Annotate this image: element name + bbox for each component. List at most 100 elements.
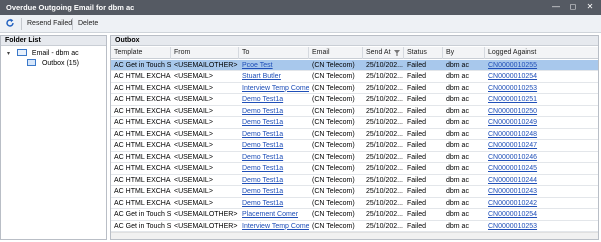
status-cell: Failed: [407, 188, 427, 195]
maximize-button[interactable]: ◻: [566, 1, 580, 13]
template-cell: AC Get in Touch S...: [114, 61, 171, 69]
column-header-template[interactable]: Template: [111, 47, 171, 59]
table-row[interactable]: AC HTML EXCHANGE<USEMAIL> Demo Test1a(CN …: [111, 186, 598, 198]
tree-item-label: Outbox (15): [41, 60, 79, 67]
table-row[interactable]: AC Get in Touch S... <USEMAILOTHER> Interv…: [111, 221, 598, 232]
to-cell[interactable]: Stuart Butler: [239, 71, 309, 82]
mail-account-icon: [16, 49, 27, 56]
to-cell[interactable]: Demo Test1a: [239, 129, 309, 140]
window-titlebar: Overdue Outgoing Email for dbm ac — ◻ ✕: [0, 0, 601, 15]
from-cell: <USEMAIL>: [174, 153, 213, 161]
by-cell: dbm ac: [446, 165, 469, 172]
send-at-cell: 25/10/202...: [366, 222, 403, 230]
table-row[interactable]: AC HTML EXCHANGE<USEMAIL> Demo Test1a(CN …: [111, 152, 598, 163]
from-cell: <USEMAIL>: [174, 165, 213, 172]
column-header-send-at[interactable]: Send At: [363, 47, 404, 59]
logged-against-cell[interactable]: CN0000010246: [485, 152, 598, 163]
email-cell: (CN Telecom): [312, 119, 355, 126]
by-cell: dbm ac: [446, 73, 469, 80]
by-cell: dbm ac: [446, 188, 469, 195]
email-cell: (CN Telecom): [312, 222, 355, 230]
to-cell[interactable]: Demo Test1a: [239, 163, 309, 174]
by-cell: dbm ac: [446, 84, 469, 92]
table-row[interactable]: AC HTML EXCHANGE<USEMAIL> Demo Test1a(CN …: [111, 129, 598, 140]
column-header-status[interactable]: Status: [404, 47, 443, 59]
logged-against-cell[interactable]: CN0000010254: [485, 71, 598, 82]
table-row[interactable]: AC Get in Touch S... <USEMAILOTHER> Pcoe T…: [111, 59, 598, 71]
to-cell[interactable]: Pcoe Test: [239, 60, 309, 71]
from-cell: <USEMAIL>: [174, 176, 213, 184]
logged-against-cell[interactable]: CN0000010250: [485, 106, 598, 117]
table-row[interactable]: AC HTML EXCHANGE<USEMAIL> Demo Test1a(CN …: [111, 106, 598, 117]
logged-against-cell[interactable]: CN0000010253: [485, 221, 598, 232]
table-row[interactable]: AC HTML EXCHANGE<USEMAIL> Demo Test1a(CN …: [111, 94, 598, 106]
by-cell: dbm ac: [446, 130, 469, 138]
folder-list-pane: Folder List ▾ Email - dbm ac Outbox (15): [0, 35, 107, 240]
column-header-email[interactable]: Email: [309, 47, 363, 59]
template-cell: AC HTML EXCHANGE: [114, 153, 171, 161]
table-row[interactable]: AC HTML EXCHANGE<USEMAIL> Demo Test1a(CN …: [111, 163, 598, 175]
outbox-pane: Outbox Template From To Email Send At St…: [110, 35, 599, 240]
logged-against-cell[interactable]: CN0000010244: [485, 175, 598, 186]
template-cell: AC HTML EXCHANGE: [114, 73, 171, 80]
template-cell: AC HTML EXCHANGE: [114, 96, 171, 103]
logged-against-cell[interactable]: CN0000010255: [485, 60, 598, 71]
table-row[interactable]: AC HTML EXCHANGE<USEMAIL> Demo Test1a(CN …: [111, 198, 598, 209]
minimize-icon: —: [552, 2, 560, 11]
to-cell[interactable]: Demo Test1a: [239, 94, 309, 105]
status-cell: Failed: [407, 61, 427, 69]
to-cell[interactable]: Demo Test1a: [239, 106, 309, 117]
close-button[interactable]: ✕: [583, 1, 597, 13]
to-cell[interactable]: Placement Comer: [239, 209, 309, 220]
logged-against-cell[interactable]: CN0000010253: [485, 83, 598, 94]
resend-failed-button[interactable]: Resend Failed: [27, 18, 72, 30]
to-cell[interactable]: Demo Test1a: [239, 198, 309, 209]
from-cell: <USEMAIL>: [174, 142, 213, 149]
logged-against-cell[interactable]: CN0000010254: [485, 209, 598, 220]
logged-against-cell[interactable]: CN0000010242: [485, 198, 598, 209]
collapse-icon[interactable]: ▾: [7, 49, 13, 59]
column-header-logged-against[interactable]: Logged Against: [485, 47, 598, 59]
column-header-from[interactable]: From: [171, 47, 239, 59]
from-cell: <USEMAIL>: [174, 130, 213, 138]
horizontal-scrollbar[interactable]: [111, 232, 598, 239]
send-at-cell: 25/10/202...: [366, 73, 403, 80]
to-cell[interactable]: Demo Test1a: [239, 117, 309, 128]
column-header-to[interactable]: To: [239, 47, 309, 59]
tree-item-email-account[interactable]: ▾ Email - dbm ac: [7, 49, 79, 59]
to-cell[interactable]: Demo Test1a: [239, 152, 309, 163]
to-cell[interactable]: Interview Temp Comer: [239, 83, 309, 94]
tree-item-outbox[interactable]: Outbox (15): [27, 59, 79, 69]
table-row[interactable]: AC HTML EXCHANGE<USEMAIL> Demo Test1a(CN …: [111, 117, 598, 129]
logged-against-cell[interactable]: CN0000010249: [485, 117, 598, 128]
logged-against-cell[interactable]: CN0000010247: [485, 140, 598, 151]
email-cell: (CN Telecom): [312, 153, 355, 161]
column-header-label: Send At: [366, 49, 391, 56]
table-row[interactable]: AC HTML EXCHANGE<USEMAIL> Stuart Butler(C…: [111, 71, 598, 83]
logged-against-cell[interactable]: CN0000010245: [485, 163, 598, 174]
email-cell: (CN Telecom): [312, 176, 355, 184]
table-row[interactable]: AC HTML EXCHANGE<USEMAIL> Demo Test1a(CN …: [111, 140, 598, 152]
refresh-button[interactable]: [5, 18, 17, 30]
email-cell: (CN Telecom): [312, 96, 355, 103]
to-cell[interactable]: Interview Temp Comer: [239, 221, 309, 232]
send-at-cell: 25/10/202...: [366, 211, 403, 218]
table-row[interactable]: AC Get in Touch S... <USEMAILOTHER> Placem…: [111, 209, 598, 221]
to-cell[interactable]: Demo Test1a: [239, 140, 309, 151]
template-cell: AC Get in Touch S...: [114, 211, 171, 218]
table-row[interactable]: AC HTML EXCHANGE<USEMAIL> Demo Test1a(CN …: [111, 175, 598, 186]
to-cell[interactable]: Demo Test1a: [239, 175, 309, 186]
template-cell: AC HTML EXCHANGE: [114, 199, 171, 207]
template-cell: AC HTML EXCHANGE: [114, 165, 171, 172]
from-cell: <USEMAIL>: [174, 119, 213, 126]
logged-against-cell[interactable]: CN0000010243: [485, 186, 598, 197]
logged-against-cell[interactable]: CN0000010251: [485, 94, 598, 105]
minimize-button[interactable]: —: [549, 1, 563, 13]
to-cell[interactable]: Demo Test1a: [239, 186, 309, 197]
table-row[interactable]: AC HTML EXCHANGE<USEMAIL> Interview Temp …: [111, 83, 598, 94]
delete-button[interactable]: Delete: [78, 18, 98, 30]
by-cell: dbm ac: [446, 119, 469, 126]
column-header-by[interactable]: By: [443, 47, 485, 59]
logged-against-cell[interactable]: CN0000010248: [485, 129, 598, 140]
send-at-cell: 25/10/202...: [366, 188, 403, 195]
